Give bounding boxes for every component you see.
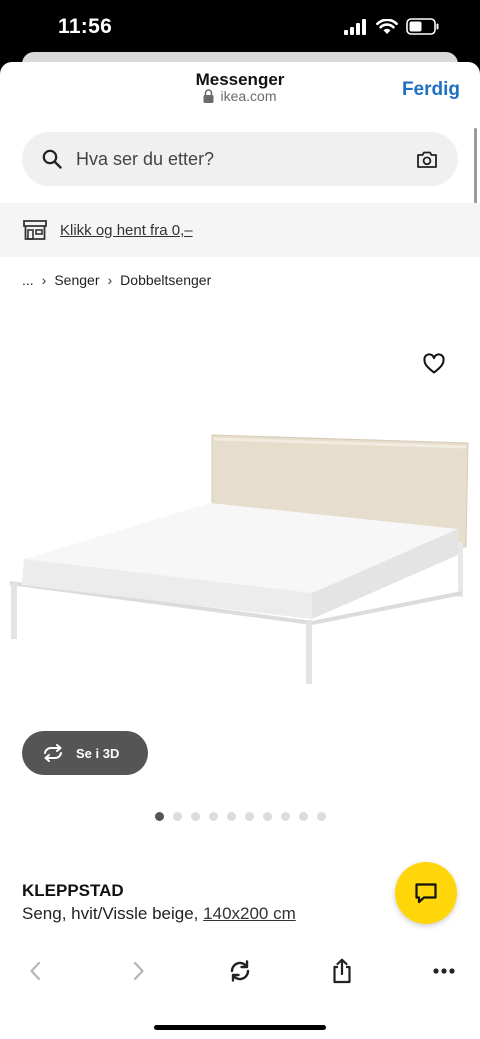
- done-button[interactable]: Ferdig: [402, 79, 460, 101]
- search-placeholder: Hva ser du etter?: [76, 148, 215, 169]
- chevron-right-icon: [133, 961, 144, 981]
- rotate-3d-icon: [44, 744, 62, 762]
- store-icon: [23, 220, 47, 240]
- pagination-dot[interactable]: [173, 812, 182, 821]
- product-description: Seng, hvit/Vissle beige, 140x200 cm: [22, 904, 296, 924]
- breadcrumb-item-ellipsis[interactable]: ...: [22, 272, 34, 288]
- search-input[interactable]: Hva ser du etter?: [22, 132, 458, 186]
- pagination-dot[interactable]: [227, 812, 236, 821]
- lock-icon: [203, 89, 214, 103]
- pagination-dot-active[interactable]: [155, 812, 164, 821]
- back-button[interactable]: [20, 956, 50, 986]
- more-button[interactable]: [429, 956, 459, 986]
- browser-sheet: Messenger ikea.com Ferdig Hva ser du ett…: [0, 62, 480, 1039]
- camera-icon[interactable]: [416, 150, 438, 169]
- click-and-collect-banner[interactable]: Klikk og hent fra 0,–: [0, 203, 480, 257]
- forward-button[interactable]: [124, 956, 154, 986]
- pagination-dot[interactable]: [191, 812, 200, 821]
- image-pagination: [155, 812, 326, 821]
- chat-icon: [415, 883, 437, 904]
- url-text: ikea.com: [220, 88, 277, 104]
- heart-icon[interactable]: [422, 352, 446, 376]
- chevron-right-icon: ›: [41, 272, 47, 288]
- home-indicator[interactable]: [154, 1025, 326, 1030]
- status-icons: [344, 18, 440, 35]
- more-icon: [433, 968, 455, 974]
- status-bar: 11:56: [0, 0, 480, 54]
- breadcrumb-item-dobbeltsenger[interactable]: Dobbeltsenger: [120, 272, 211, 288]
- reload-icon: [230, 960, 250, 982]
- cellular-signal-icon: [344, 18, 366, 35]
- scrollbar[interactable]: [474, 128, 477, 208]
- reload-button[interactable]: [225, 956, 255, 986]
- product-image[interactable]: [0, 307, 480, 727]
- pagination-dot[interactable]: [317, 812, 326, 821]
- pagination-dot[interactable]: [299, 812, 308, 821]
- battery-icon: [406, 18, 439, 35]
- chevron-left-icon: [30, 961, 41, 981]
- product-description-text: Seng, hvit/Vissle beige,: [22, 904, 199, 923]
- chat-button[interactable]: [395, 862, 457, 924]
- browser-header: Messenger ikea.com Ferdig: [0, 62, 480, 112]
- browser-toolbar: [0, 932, 480, 1007]
- share-button[interactable]: [327, 956, 357, 986]
- status-time: 11:56: [58, 15, 113, 38]
- click-and-collect-link[interactable]: Klikk og hent fra 0,–: [60, 222, 193, 239]
- view-3d-button[interactable]: Se i 3D: [22, 731, 148, 775]
- pagination-dot[interactable]: [245, 812, 254, 821]
- breadcrumb-item-senger[interactable]: Senger: [54, 272, 99, 288]
- pagination-dot[interactable]: [263, 812, 272, 821]
- product-size-link[interactable]: 140x200 cm: [203, 904, 296, 923]
- breadcrumb: ... › Senger › Dobbeltsenger: [22, 272, 211, 288]
- pagination-dot[interactable]: [281, 812, 290, 821]
- share-icon: [333, 958, 351, 984]
- product-name: KLEPPSTAD: [22, 881, 124, 900]
- wifi-icon: [376, 18, 398, 34]
- chevron-right-icon: ›: [107, 272, 113, 288]
- view-3d-label: Se i 3D: [76, 745, 120, 761]
- pagination-dot[interactable]: [209, 812, 218, 821]
- search-icon: [42, 149, 62, 169]
